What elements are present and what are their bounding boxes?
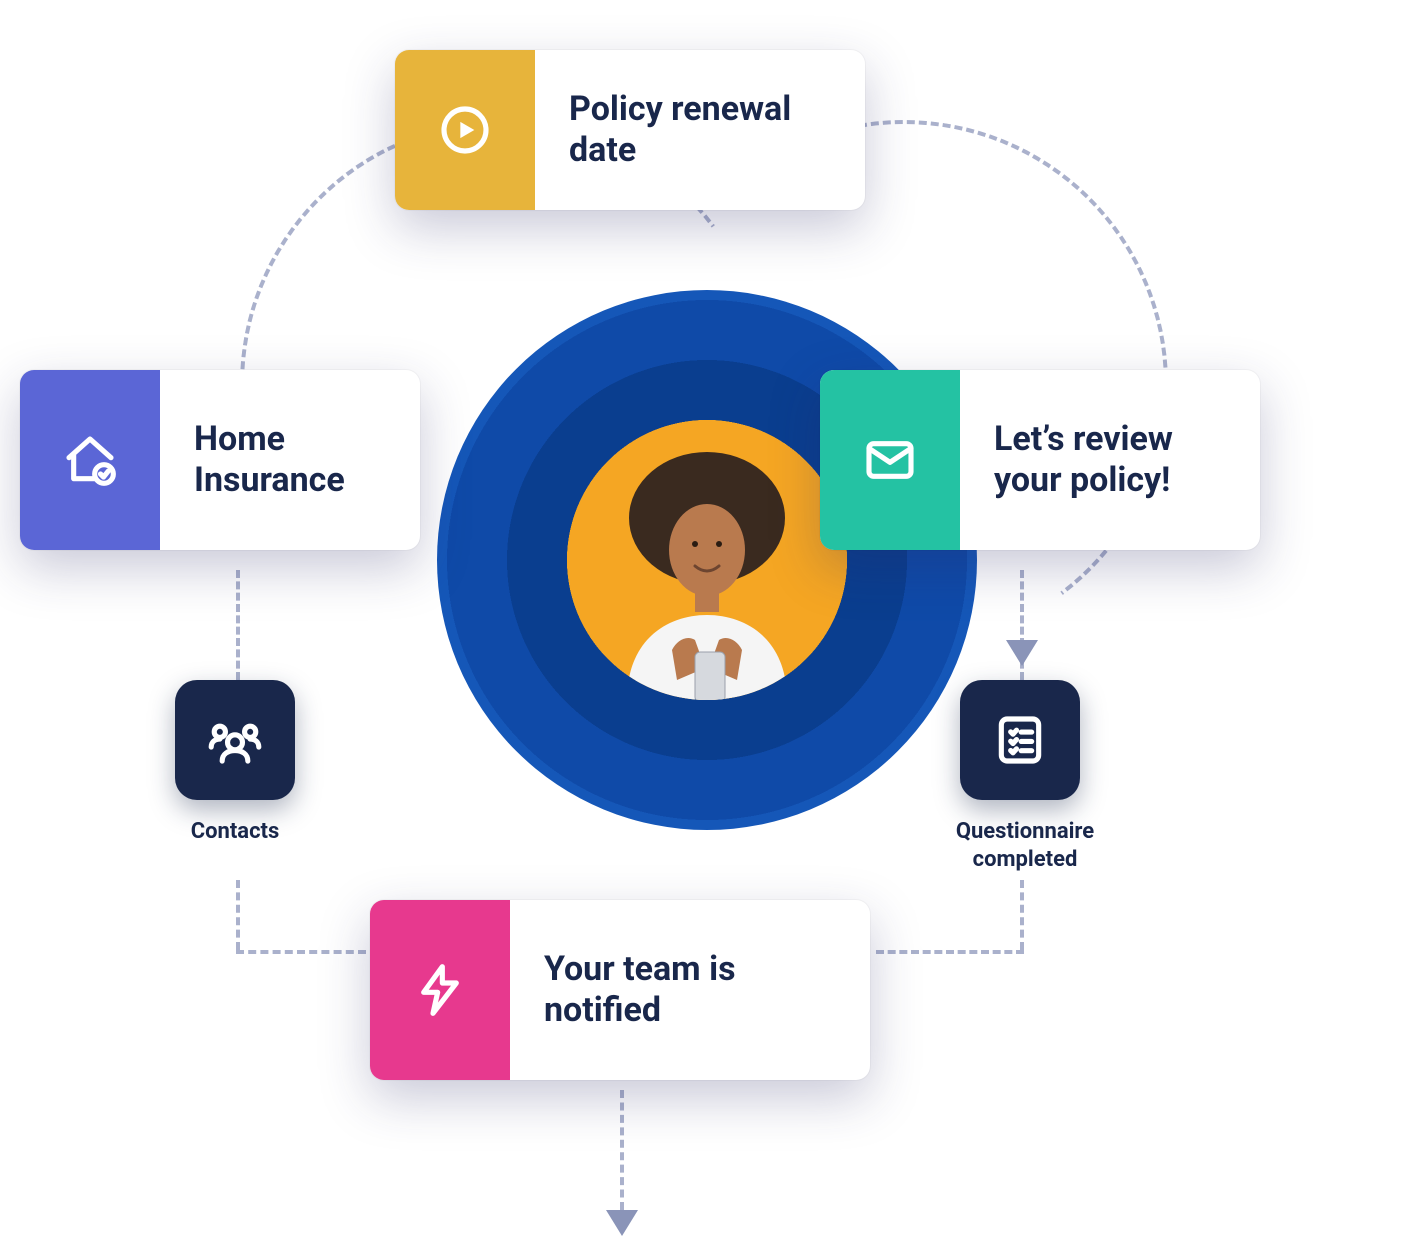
person-with-phone-icon — [577, 440, 837, 700]
arrow-bottom-out — [606, 1210, 638, 1236]
card-icon-wrap — [370, 900, 510, 1080]
card-review-policy: Let’s review your policy! — [820, 370, 1260, 550]
card-icon-wrap — [395, 50, 535, 210]
connector-left-to-bottom-v — [236, 880, 240, 950]
card-icon-wrap — [20, 370, 160, 550]
connector-left-to-bottom-h — [236, 950, 366, 954]
tile-contacts — [175, 680, 295, 800]
home-check-icon — [62, 432, 118, 488]
envelope-icon — [862, 432, 918, 488]
users-icon — [207, 712, 263, 768]
card-label: Let’s review your policy! — [960, 370, 1260, 550]
connector-left-down — [236, 570, 240, 680]
card-team-notified: Your team is notified — [370, 900, 870, 1080]
customer-avatar — [567, 420, 847, 700]
checklist-icon — [992, 712, 1048, 768]
arrow-right-down — [1006, 640, 1038, 666]
tile-questionnaire — [960, 680, 1080, 800]
lightning-icon — [412, 962, 468, 1018]
connector-bottom-out — [620, 1090, 624, 1210]
tile-questionnaire-label: Questionnaire completed — [925, 818, 1125, 873]
card-home-insurance: Home Insurance — [20, 370, 420, 550]
play-circle-icon — [437, 102, 493, 158]
card-label: Policy renewal date — [535, 50, 865, 210]
workflow-diagram: Policy renewal date Home Insurance Let’s… — [0, 0, 1414, 1258]
connector-right-to-bottom-h — [876, 950, 1024, 954]
card-policy-renewal: Policy renewal date — [395, 50, 865, 210]
tile-contacts-label: Contacts — [165, 818, 305, 846]
card-label: Home Insurance — [160, 370, 420, 550]
card-label: Your team is notified — [510, 900, 870, 1080]
connector-right-to-bottom-v — [1020, 880, 1024, 950]
card-icon-wrap — [820, 370, 960, 550]
